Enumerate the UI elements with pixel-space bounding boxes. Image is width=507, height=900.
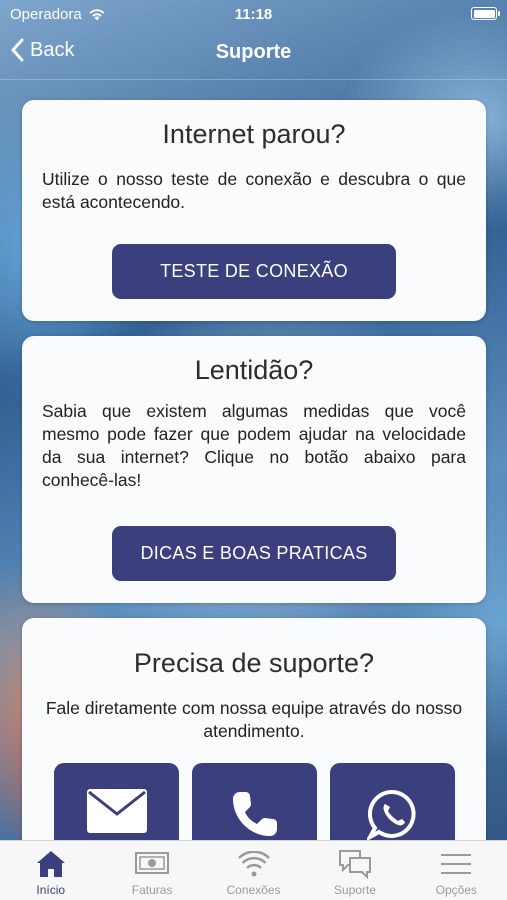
- home-icon: [36, 851, 65, 877]
- card-title: Lentidão?: [194, 355, 314, 385]
- menu-icon: [441, 854, 472, 874]
- tab-label: Opções: [435, 883, 477, 897]
- tab-conexoes[interactable]: Conexões: [203, 841, 304, 900]
- tab-label: Faturas: [131, 883, 173, 897]
- tab-label: Suporte: [333, 883, 376, 897]
- phone-icon: [232, 792, 277, 836]
- card-text: Sabia que existem algumas medidas que vo…: [42, 401, 466, 490]
- tab-inicio[interactable]: Início: [0, 841, 101, 900]
- navigation-bar: Back Suporte: [0, 30, 507, 80]
- tab-opcoes[interactable]: Opções: [406, 841, 507, 900]
- tab-faturas[interactable]: Faturas: [101, 841, 202, 900]
- tips-button[interactable]: DICAS E BOAS PRATICAS: [112, 526, 396, 581]
- battery-icon: [471, 7, 500, 20]
- card-internet-stopped: Internet parou? Utilize o nosso teste de…: [22, 100, 486, 321]
- chat-icon: [338, 850, 371, 879]
- tab-bar: Início Faturas Conexões Suporte Opções: [0, 840, 507, 900]
- status-time: 11:18: [234, 6, 273, 23]
- card-title: Internet parou?: [162, 119, 346, 149]
- card-text: Utilize o nosso teste de conexão e descu…: [42, 169, 466, 212]
- tab-suporte[interactable]: Suporte: [304, 841, 405, 900]
- page-title: Suporte: [215, 41, 292, 63]
- tab-label: Início: [36, 883, 66, 897]
- card-slowness: Lentidão? Sabia que existem algumas medi…: [22, 336, 486, 603]
- tab-label: Conexões: [226, 883, 281, 897]
- wifi-icon: [237, 851, 270, 877]
- card-text: Fale diretamente com nossa equipe atravé…: [45, 698, 463, 741]
- envelope-icon: [86, 789, 147, 833]
- status-bar: Operadora 11:18: [0, 0, 507, 30]
- card-title: Precisa de suporte?: [133, 648, 375, 678]
- bill-icon: [135, 852, 170, 874]
- whatsapp-icon: [366, 789, 416, 841]
- connection-test-button[interactable]: TESTE DE CONEXÃO: [112, 244, 396, 299]
